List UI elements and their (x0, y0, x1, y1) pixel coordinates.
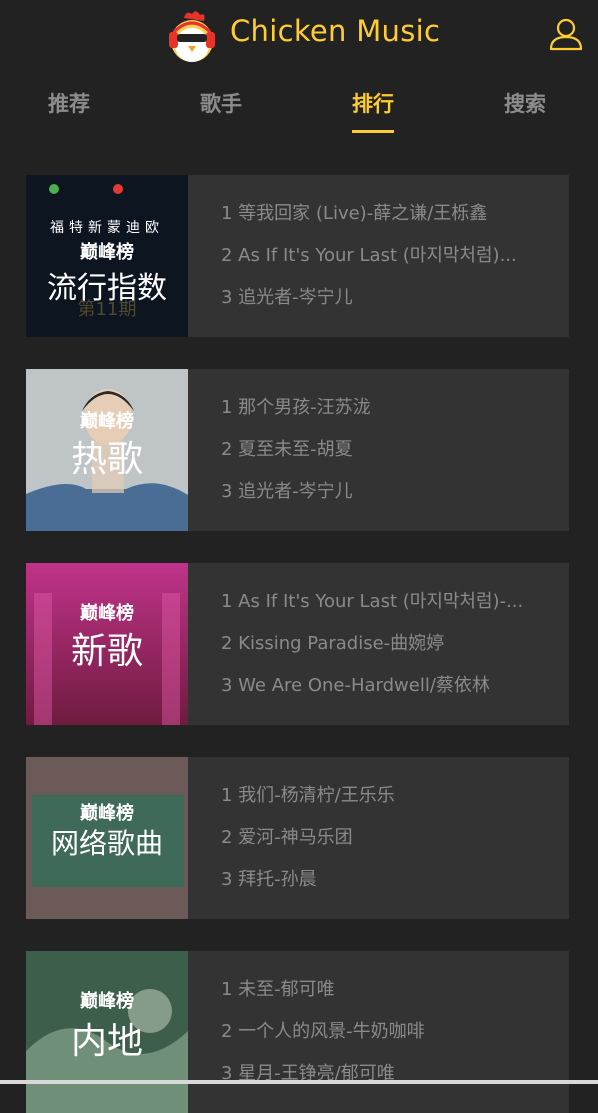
bottom-bar (0, 1080, 598, 1084)
cover-title: 热歌 (71, 439, 143, 480)
tab-bar: 推荐 歌手 排行 搜索 (0, 88, 598, 136)
app-header: Chicken Music (0, 0, 598, 72)
song-item: 1 未至-郁可唯 (221, 979, 335, 1000)
tab-label: 推荐 (48, 92, 90, 116)
rank-item-internet[interactable]: 巅峰榜 网络歌曲 1 我们-杨清柠/王乐乐 2 爱河-神马乐团 3 拜托-孙晨 (26, 757, 569, 919)
song-list: 1 我们-杨清柠/王乐乐 2 爱河-神马乐团 3 拜托-孙晨 (221, 775, 551, 901)
cover-brand: 巅峰榜 (80, 602, 134, 624)
song-item: 1 等我回家 (Live)-薛之谦/王栎鑫 (221, 203, 488, 224)
song-item: 2 一个人的风景-牛奶咖啡 (221, 1021, 425, 1042)
tab-search[interactable]: 搜索 (504, 88, 546, 118)
song-item: 3 追光者-岑宁儿 (221, 481, 353, 502)
cover-brand: 巅峰榜 (80, 990, 134, 1012)
app-title: Chicken Music (230, 14, 441, 48)
song-list: 1 未至-郁可唯 2 一个人的风景-牛奶咖啡 3 星月-王铮亮/郁可唯 (221, 969, 551, 1095)
tab-singer[interactable]: 歌手 (200, 88, 242, 118)
song-item: 3 拜托-孙晨 (221, 869, 317, 890)
rank-item-new[interactable]: 巅峰榜 新歌 1 As If It's Your Last (마지막처럼)-..… (26, 563, 569, 725)
user-icon[interactable] (548, 16, 584, 52)
cover-brand: 巅峰榜 (80, 241, 134, 263)
song-item: 2 As If It's Your Last (마지막처럼)... (221, 245, 517, 266)
rank-cover: 巅峰榜 网络歌曲 (26, 757, 188, 919)
rank-item-popular-index[interactable]: 第11期 福特新蒙迪欧 巅峰榜 流行指数 1 等我回家 (Live)-薛之谦/王… (26, 175, 569, 337)
cover-sponsor: 福特新蒙迪欧 (50, 220, 164, 236)
cover-title: 网络歌曲 (51, 827, 163, 860)
cover-brand: 巅峰榜 (80, 802, 134, 824)
song-item: 2 夏至未至-胡夏 (221, 439, 353, 460)
cover-brand: 巅峰榜 (80, 410, 134, 432)
song-item: 1 那个男孩-汪苏泷 (221, 397, 371, 418)
active-tab-indicator (352, 130, 394, 133)
rank-cover: 巅峰榜 热歌 (26, 369, 188, 531)
rank-cover: 巅峰榜 内地 (26, 951, 188, 1113)
rank-item-mainland[interactable]: 巅峰榜 内地 1 未至-郁可唯 2 一个人的风景-牛奶咖啡 3 星月-王铮亮/郁… (26, 951, 569, 1113)
rank-cover: 第11期 福特新蒙迪欧 巅峰榜 流行指数 (26, 175, 188, 337)
song-list: 1 那个男孩-汪苏泷 2 夏至未至-胡夏 3 追光者-岑宁儿 (221, 387, 551, 513)
rank-cover: 巅峰榜 新歌 (26, 563, 188, 725)
song-item: 2 爱河-神马乐团 (221, 827, 353, 848)
song-item: 2 Kissing Paradise-曲婉婷 (221, 633, 445, 654)
cover-title: 内地 (71, 1021, 143, 1062)
tab-recommend[interactable]: 推荐 (48, 88, 90, 118)
song-list: 1 等我回家 (Live)-薛之谦/王栎鑫 2 As If It's Your … (221, 193, 551, 319)
song-item: 3 We Are One-Hardwell/蔡依林 (221, 675, 490, 696)
song-item: 3 追光者-岑宁儿 (221, 287, 353, 308)
tab-label: 搜索 (504, 92, 546, 116)
cover-title: 流行指数 (47, 271, 167, 306)
chicken-logo-icon (169, 11, 215, 62)
song-item: 1 我们-杨清柠/王乐乐 (221, 785, 395, 806)
song-item: 1 As If It's Your Last (마지막처럼)-... (221, 591, 524, 612)
rank-item-hot[interactable]: 巅峰榜 热歌 1 那个男孩-汪苏泷 2 夏至未至-胡夏 3 追光者-岑宁儿 (26, 369, 569, 531)
song-list: 1 As If It's Your Last (마지막처럼)-... 2 Kis… (221, 581, 551, 707)
tab-label: 排行 (352, 92, 394, 116)
tab-label: 歌手 (200, 92, 242, 116)
cover-title: 新歌 (71, 631, 143, 672)
tab-rank[interactable]: 排行 (352, 88, 394, 133)
song-item: 3 星月-王铮亮/郁可唯 (221, 1063, 395, 1084)
